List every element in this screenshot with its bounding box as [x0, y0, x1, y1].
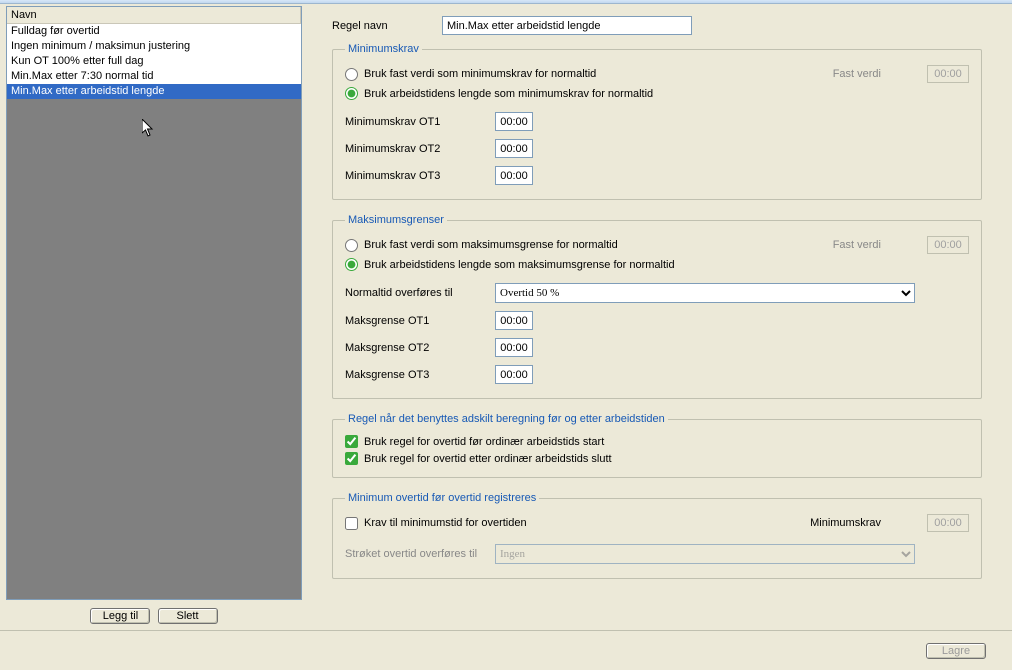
max-ot2-input[interactable] — [495, 338, 533, 357]
list-item[interactable]: Min.Max etter arbeidstid lengde — [7, 84, 301, 99]
split-chk-before[interactable] — [345, 435, 358, 448]
min-legend: Minimumskrav — [345, 43, 422, 55]
max-ot3-input[interactable] — [495, 365, 533, 384]
max-normal-select[interactable]: Overtid 50 % — [495, 283, 915, 303]
max-normal-label: Normaltid overføres til — [345, 287, 495, 299]
list-item[interactable]: Kun OT 100% etter full dag — [7, 54, 301, 69]
max-ot1-input[interactable] — [495, 311, 533, 330]
max-radio-length-label: Bruk arbeidstidens lengde som maksimumsg… — [364, 259, 675, 271]
max-fieldset: Maksimumsgrenser Bruk fast verdi som mak… — [332, 214, 982, 399]
min-ot3-input[interactable] — [495, 166, 533, 185]
add-button[interactable]: Legg til — [90, 608, 150, 624]
max-radio-fixed-label: Bruk fast verdi som maksimumsgrense for … — [364, 239, 618, 251]
min-ot1-label: Minimumskrav OT1 — [345, 116, 495, 128]
minot-fieldset: Minimum overtid før overtid registreres … — [332, 492, 982, 579]
rule-list[interactable]: Navn Fulldag før overtid Ingen minimum /… — [6, 6, 302, 600]
list-item[interactable]: Fulldag før overtid — [7, 24, 301, 39]
minot-chk-label: Krav til minimumstid for overtiden — [364, 517, 527, 529]
minot-chk[interactable] — [345, 517, 358, 530]
minot-min-label: Minimumskrav — [810, 517, 921, 529]
max-legend: Maksimumsgrenser — [345, 214, 447, 226]
min-fieldset: Minimumskrav Bruk fast verdi som minimum… — [332, 43, 982, 200]
split-fieldset: Regel når det benyttes adskilt beregning… — [332, 413, 982, 478]
minot-transfer-label: Strøket overtid overføres til — [345, 548, 495, 560]
min-radio-fixed[interactable] — [345, 68, 358, 81]
rule-name-input[interactable] — [442, 16, 692, 35]
max-fast-label: Fast verdi — [833, 239, 921, 251]
list-header: Navn — [7, 7, 301, 24]
split-chk-before-label: Bruk regel for overtid før ordinær arbei… — [364, 436, 604, 448]
max-radio-length[interactable] — [345, 258, 358, 271]
minot-transfer-select: Ingen — [495, 544, 915, 564]
list-item[interactable]: Ingen minimum / maksimun justering — [7, 39, 301, 54]
min-ot2-input[interactable] — [495, 139, 533, 158]
minot-min-value: 00:00 — [927, 514, 969, 532]
max-ot3-label: Maksgrense OT3 — [345, 369, 495, 381]
max-ot1-label: Maksgrense OT1 — [345, 315, 495, 327]
min-radio-length[interactable] — [345, 87, 358, 100]
min-ot2-label: Minimumskrav OT2 — [345, 143, 495, 155]
max-ot2-label: Maksgrense OT2 — [345, 342, 495, 354]
min-radio-length-label: Bruk arbeidstidens lengde som minimumskr… — [364, 88, 653, 100]
split-chk-after-label: Bruk regel for overtid etter ordinær arb… — [364, 453, 612, 465]
min-ot3-label: Minimumskrav OT3 — [345, 170, 495, 182]
minot-legend: Minimum overtid før overtid registreres — [345, 492, 539, 504]
save-button: Lagre — [926, 643, 986, 659]
split-legend: Regel når det benyttes adskilt beregning… — [345, 413, 668, 425]
delete-button[interactable]: Slett — [158, 608, 218, 624]
split-chk-after[interactable] — [345, 452, 358, 465]
min-radio-fixed-label: Bruk fast verdi som minimumskrav for nor… — [364, 68, 596, 80]
max-fast-value: 00:00 — [927, 236, 969, 254]
min-ot1-input[interactable] — [495, 112, 533, 131]
max-radio-fixed[interactable] — [345, 239, 358, 252]
min-fast-label: Fast verdi — [833, 68, 921, 80]
min-fast-value: 00:00 — [927, 65, 969, 83]
list-item[interactable]: Min.Max etter 7:30 normal tid — [7, 69, 301, 84]
rule-name-label: Regel navn — [332, 20, 442, 32]
